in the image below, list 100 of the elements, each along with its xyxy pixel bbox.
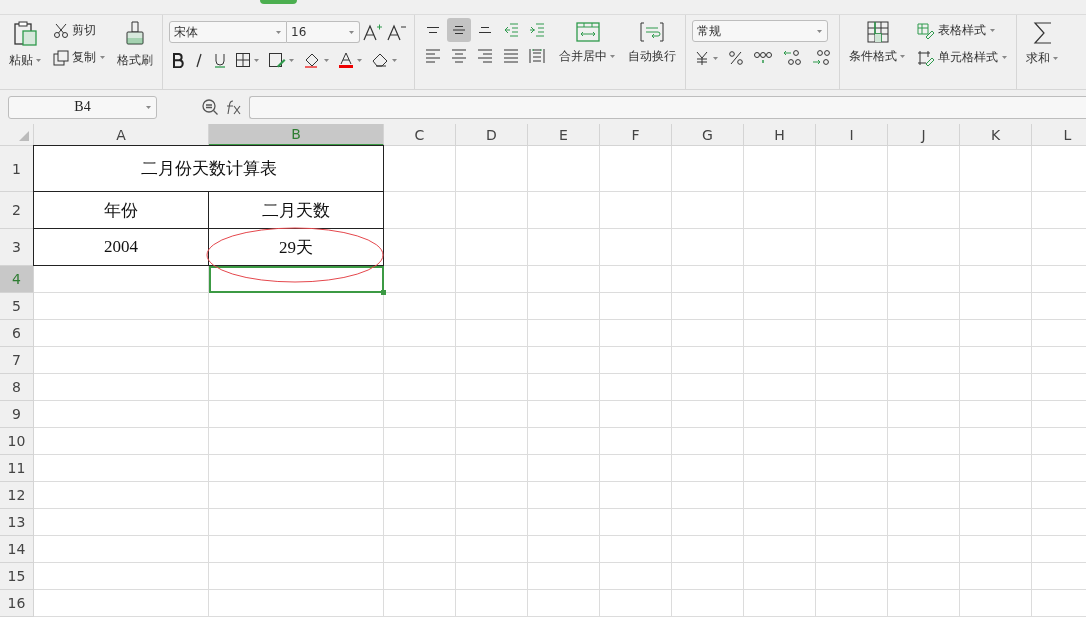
table-cell[interactable] xyxy=(888,428,960,455)
table-cell[interactable] xyxy=(816,320,888,347)
table-cell[interactable] xyxy=(209,401,384,428)
table-cell[interactable] xyxy=(528,428,600,455)
table-cell[interactable] xyxy=(960,482,1032,509)
table-cell[interactable] xyxy=(384,536,456,563)
table-cell[interactable] xyxy=(456,428,528,455)
table-cell[interactable] xyxy=(456,293,528,320)
table-cell[interactable] xyxy=(34,374,209,401)
table-cell[interactable] xyxy=(672,455,744,482)
table-cell[interactable] xyxy=(600,563,672,590)
table-cell[interactable] xyxy=(456,509,528,536)
table-cell[interactable] xyxy=(528,266,600,293)
table-cell[interactable] xyxy=(960,293,1032,320)
column-header[interactable]: F xyxy=(600,124,672,146)
table-cell[interactable] xyxy=(528,509,600,536)
table-cell[interactable] xyxy=(744,229,816,266)
table-cell[interactable] xyxy=(528,401,600,428)
table-cell[interactable] xyxy=(384,229,456,266)
row-header[interactable]: 13 xyxy=(0,509,34,536)
table-cell[interactable] xyxy=(960,401,1032,428)
table-cell[interactable] xyxy=(960,455,1032,482)
table-cell[interactable] xyxy=(888,536,960,563)
table-cell[interactable] xyxy=(960,563,1032,590)
table-cell[interactable] xyxy=(600,509,672,536)
row-header[interactable]: 6 xyxy=(0,320,34,347)
table-cell[interactable] xyxy=(34,266,209,293)
table-cell[interactable] xyxy=(744,428,816,455)
table-cell[interactable] xyxy=(384,146,456,192)
table-cell[interactable] xyxy=(960,509,1032,536)
table-cell[interactable] xyxy=(34,590,209,617)
table-cell[interactable] xyxy=(456,536,528,563)
formula-field[interactable] xyxy=(249,95,1086,119)
table-cell[interactable] xyxy=(528,192,600,229)
row-header[interactable]: 2 xyxy=(0,192,34,229)
table-cell[interactable] xyxy=(600,266,672,293)
table-cell[interactable] xyxy=(384,563,456,590)
table-cell[interactable] xyxy=(384,192,456,229)
column-header[interactable]: D xyxy=(456,124,528,146)
table-cell[interactable] xyxy=(384,347,456,374)
table-cell[interactable] xyxy=(672,536,744,563)
table-cell[interactable] xyxy=(600,482,672,509)
table-cell[interactable] xyxy=(384,590,456,617)
table-cell[interactable] xyxy=(528,455,600,482)
table-cell[interactable] xyxy=(816,266,888,293)
table-cell[interactable] xyxy=(600,428,672,455)
table-cell[interactable] xyxy=(888,401,960,428)
table-cell[interactable] xyxy=(600,293,672,320)
table-cell[interactable] xyxy=(456,347,528,374)
table-cell[interactable] xyxy=(960,347,1032,374)
table-cell[interactable] xyxy=(816,536,888,563)
table-cell[interactable] xyxy=(888,192,960,229)
table-cell[interactable] xyxy=(960,428,1032,455)
conditional-format-button[interactable]: 条件格式 xyxy=(846,18,909,67)
table-cell[interactable] xyxy=(888,374,960,401)
table-cell[interactable] xyxy=(672,347,744,374)
table-cell[interactable] xyxy=(528,536,600,563)
table-cell[interactable] xyxy=(816,563,888,590)
table-cell[interactable] xyxy=(528,320,600,347)
table-cell[interactable] xyxy=(888,266,960,293)
table-cell[interactable] xyxy=(600,590,672,617)
table-cell[interactable] xyxy=(744,536,816,563)
table-cell[interactable] xyxy=(600,192,672,229)
table-cell[interactable] xyxy=(816,347,888,374)
number-format-field[interactable]: 常规 xyxy=(692,20,828,42)
cut-button[interactable]: 剪切 xyxy=(51,20,108,41)
table-cell[interactable] xyxy=(960,146,1032,192)
table-cell[interactable] xyxy=(672,229,744,266)
table-cell[interactable] xyxy=(34,536,209,563)
row-header[interactable]: 8 xyxy=(0,374,34,401)
table-cell[interactable] xyxy=(384,482,456,509)
table-cell[interactable] xyxy=(34,563,209,590)
table-cell[interactable] xyxy=(744,482,816,509)
table-cell[interactable]: 2004 xyxy=(33,228,209,266)
row-header[interactable]: 3 xyxy=(0,229,34,266)
table-cell[interactable] xyxy=(744,455,816,482)
table-cell[interactable] xyxy=(672,563,744,590)
row-header[interactable]: 9 xyxy=(0,401,34,428)
table-cell[interactable] xyxy=(888,563,960,590)
sum-button[interactable]: 求和 xyxy=(1023,18,1062,69)
merge-center-button[interactable]: 合并居中 xyxy=(556,18,619,67)
table-cell[interactable] xyxy=(209,428,384,455)
table-cell[interactable] xyxy=(209,563,384,590)
table-cell[interactable] xyxy=(456,320,528,347)
row-header[interactable]: 7 xyxy=(0,347,34,374)
table-cell[interactable] xyxy=(209,482,384,509)
column-header[interactable]: G xyxy=(672,124,744,146)
table-cell[interactable] xyxy=(672,192,744,229)
table-cell[interactable] xyxy=(528,146,600,192)
table-cell[interactable] xyxy=(600,320,672,347)
table-cell[interactable] xyxy=(888,455,960,482)
table-cell[interactable] xyxy=(816,229,888,266)
table-cell[interactable] xyxy=(960,192,1032,229)
table-cell[interactable] xyxy=(744,509,816,536)
table-cell[interactable] xyxy=(888,509,960,536)
table-cell[interactable] xyxy=(960,266,1032,293)
table-cell[interactable] xyxy=(888,320,960,347)
font-size-field[interactable]: 16 xyxy=(287,21,360,43)
table-cell[interactable] xyxy=(528,293,600,320)
table-cell[interactable] xyxy=(528,482,600,509)
